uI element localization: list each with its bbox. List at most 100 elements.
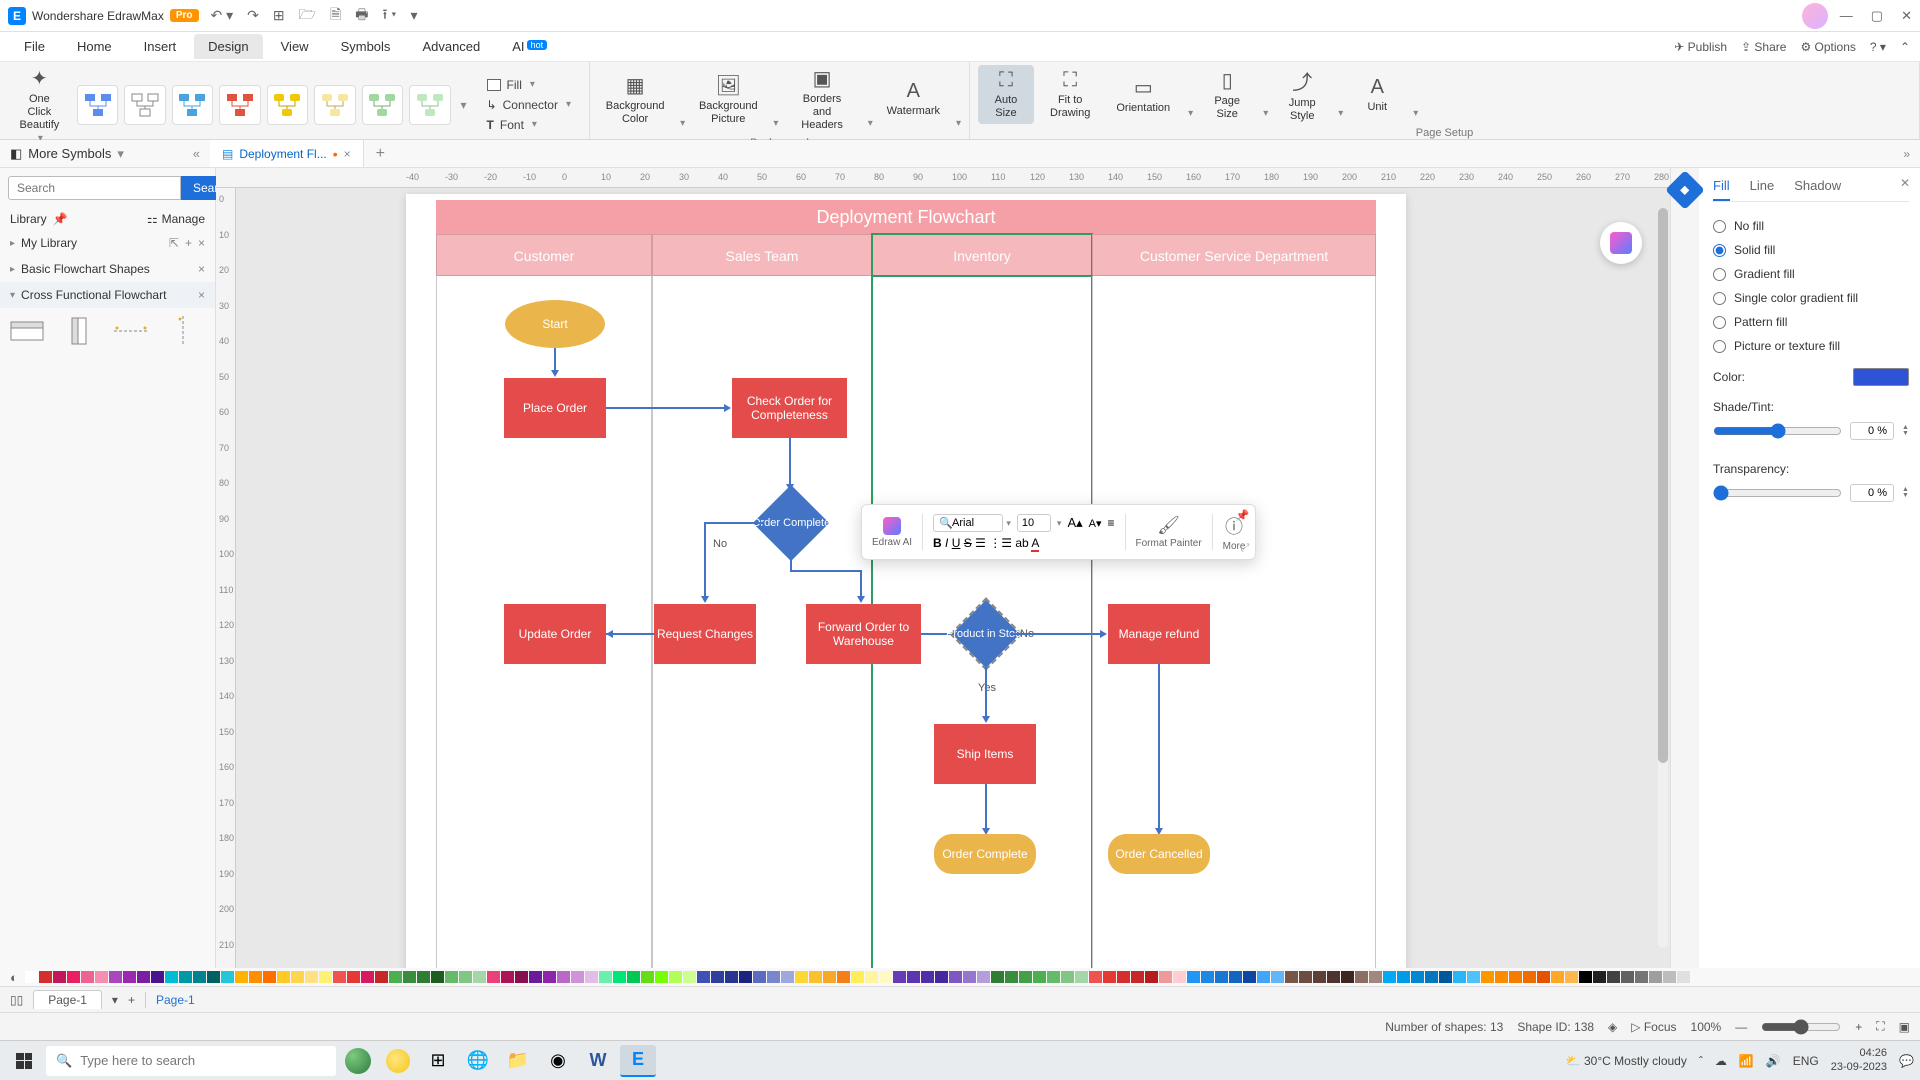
palette-swatch[interactable]	[1313, 971, 1326, 983]
export-icon[interactable]: ⭱ ▾	[383, 4, 397, 28]
palette-swatch[interactable]	[1481, 971, 1494, 983]
share-button[interactable]: ⇪ Share	[1741, 40, 1786, 54]
palette-swatch[interactable]	[711, 971, 724, 983]
numbered-list-icon[interactable]: ☰	[975, 536, 986, 550]
palette-swatch[interactable]	[1159, 971, 1172, 983]
palette-swatch[interactable]	[25, 971, 38, 983]
palette-swatch[interactable]	[753, 971, 766, 983]
palette-swatch[interactable]	[963, 971, 976, 983]
pin-icon[interactable]: 📌	[53, 212, 68, 226]
zoom-level[interactable]: 100%	[1691, 1020, 1722, 1034]
palette-swatch[interactable]	[1383, 971, 1396, 983]
palette-swatch[interactable]	[949, 971, 962, 983]
palette-swatch[interactable]	[1019, 971, 1032, 983]
expand-right-icon[interactable]: »	[1893, 147, 1920, 161]
palette-swatch[interactable]	[291, 971, 304, 983]
beautify-style-3[interactable]	[172, 85, 213, 125]
palette-swatch[interactable]	[1425, 971, 1438, 983]
doc-tab[interactable]: ▤ Deployment Fl... • ×	[210, 140, 364, 167]
swimlane-title[interactable]: Deployment Flowchart	[436, 200, 1376, 234]
palette-swatch[interactable]	[571, 971, 584, 983]
palette-swatch[interactable]	[1145, 971, 1158, 983]
palette-swatch[interactable]	[1243, 971, 1256, 983]
symbol-search-input[interactable]	[8, 176, 181, 200]
more-qa-icon[interactable]: ▾	[410, 7, 417, 24]
palette-swatch[interactable]	[767, 971, 780, 983]
palette-swatch[interactable]	[53, 971, 66, 983]
palette-swatch[interactable]	[1635, 971, 1648, 983]
print-icon[interactable]: 🖶	[355, 4, 368, 28]
palette-swatch[interactable]	[543, 971, 556, 983]
separator-h-shape[interactable]	[114, 318, 148, 344]
palette-swatch[interactable]	[935, 971, 948, 983]
palette-swatch[interactable]	[865, 971, 878, 983]
palette-swatch[interactable]	[1005, 971, 1018, 983]
palette-swatch[interactable]	[1117, 971, 1130, 983]
palette-swatch[interactable]	[515, 971, 528, 983]
lib-close-icon[interactable]: ×	[198, 262, 205, 276]
palette-swatch[interactable]	[473, 971, 486, 983]
palette-swatch[interactable]	[599, 971, 612, 983]
palette-swatch[interactable]	[1621, 971, 1634, 983]
palette-swatch[interactable]	[809, 971, 822, 983]
font-color-icon[interactable]: A	[1031, 536, 1039, 552]
weather-text[interactable]: ⛅ 30°C Mostly cloudy	[1566, 1054, 1687, 1068]
page[interactable]: Deployment Flowchart Customer Sales Team…	[406, 194, 1406, 968]
shade-slider[interactable]	[1713, 423, 1842, 439]
palette-swatch[interactable]	[109, 971, 122, 983]
options-button[interactable]: ⚙ Options	[1800, 40, 1855, 54]
palette-swatch[interactable]	[1453, 971, 1466, 983]
palette-swatch[interactable]	[137, 971, 150, 983]
palette-swatch[interactable]	[1663, 971, 1676, 983]
palette-swatch[interactable]	[907, 971, 920, 983]
lib-close-icon[interactable]: ×	[198, 236, 205, 250]
page-tab[interactable]: Page-1	[33, 990, 102, 1009]
menu-ai[interactable]: AIhot	[498, 34, 561, 59]
palette-swatch[interactable]	[1523, 971, 1536, 983]
collapse-ribbon-icon[interactable]: ⌃	[1900, 40, 1910, 54]
palette-swatch[interactable]	[1565, 971, 1578, 983]
palette-swatch[interactable]	[123, 971, 136, 983]
palette-swatch[interactable]	[851, 971, 864, 983]
increase-font-icon[interactable]: A▴	[1067, 515, 1082, 531]
palette-swatch[interactable]	[1299, 971, 1312, 983]
palette-swatch[interactable]	[305, 971, 318, 983]
palette-swatch[interactable]	[179, 971, 192, 983]
word-icon[interactable]: W	[580, 1045, 616, 1077]
palette-swatch[interactable]	[1285, 971, 1298, 983]
palette-swatch[interactable]	[669, 971, 682, 983]
edge-icon[interactable]: 🌐	[460, 1045, 496, 1077]
palette-swatch[interactable]	[1173, 971, 1186, 983]
palette-swatch[interactable]	[249, 971, 262, 983]
menu-advanced[interactable]: Advanced	[408, 34, 494, 59]
palette-swatch[interactable]	[1271, 971, 1284, 983]
palette-swatch[interactable]	[1187, 971, 1200, 983]
palette-swatch[interactable]	[1215, 971, 1228, 983]
new-icon[interactable]: ⊞	[273, 7, 285, 24]
add-tab[interactable]: +	[364, 145, 397, 163]
palette-swatch[interactable]	[977, 971, 990, 983]
menu-symbols[interactable]: Symbols	[327, 34, 405, 59]
taskbar-search[interactable]: 🔍Type here to search	[46, 1046, 336, 1076]
transparency-slider[interactable]	[1713, 485, 1842, 501]
explorer-icon[interactable]: 📁	[500, 1045, 536, 1077]
palette-swatch[interactable]	[1089, 971, 1102, 983]
palette-swatch[interactable]	[739, 971, 752, 983]
lane-header-customer[interactable]: Customer	[436, 234, 652, 276]
palette-swatch[interactable]	[781, 971, 794, 983]
palette-swatch[interactable]	[347, 971, 360, 983]
palette-swatch[interactable]	[333, 971, 346, 983]
palette-swatch[interactable]	[403, 971, 416, 983]
palette-swatch[interactable]	[1229, 971, 1242, 983]
beautify-dropdown[interactable]: ▾	[457, 98, 471, 112]
clock[interactable]: 04:2623-09-2023	[1831, 1047, 1887, 1073]
expand-float-icon[interactable]: ⤢	[1241, 542, 1250, 555]
palette-swatch[interactable]	[1369, 971, 1382, 983]
palette-swatch[interactable]	[207, 971, 220, 983]
tab-line[interactable]: Line	[1750, 178, 1775, 201]
lane-header-custserv[interactable]: Customer Service Department	[1092, 234, 1376, 276]
palette-swatch[interactable]	[1341, 971, 1354, 983]
palette-swatch[interactable]	[1439, 971, 1452, 983]
fill-single-gradient[interactable]: Single color gradient fill	[1713, 286, 1909, 310]
publish-button[interactable]: ✈ Publish	[1674, 40, 1727, 54]
